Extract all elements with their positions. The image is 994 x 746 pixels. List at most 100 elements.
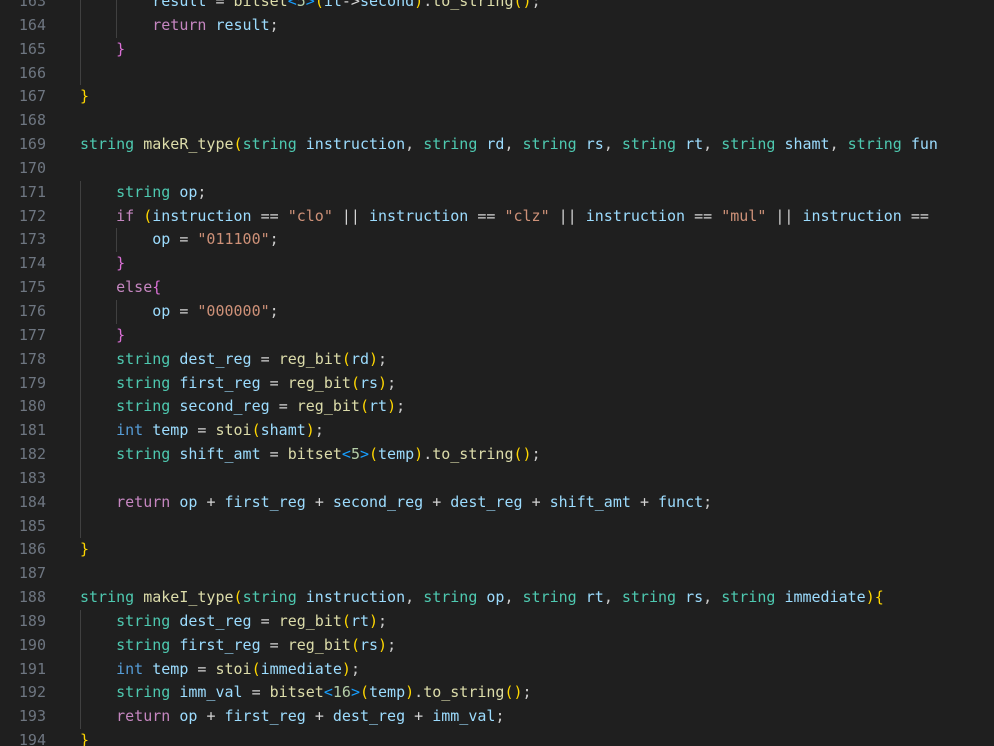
code-line[interactable]: 166 (0, 61, 994, 86)
code-line[interactable]: 185 (0, 514, 994, 539)
token: > (305, 0, 315, 10)
indent-guides (66, 466, 994, 491)
line-number: 185 (18, 516, 46, 535)
token: first_reg (224, 492, 306, 511)
code-line[interactable]: 194} (0, 729, 994, 746)
line-content[interactable]: int temp = stoi(immediate); (66, 657, 994, 682)
code-text: } (80, 254, 125, 272)
line-content[interactable]: string first_reg = reg_bit(rs); (66, 633, 994, 658)
token: second (359, 0, 415, 10)
code-line[interactable]: 178 string dest_reg = reg_bit(rd); (0, 347, 994, 372)
code-line[interactable]: 163 result = bitset<5>(it->second).to_st… (0, 0, 994, 14)
token: . (414, 683, 424, 702)
token: dest_reg (179, 611, 252, 630)
code-line[interactable]: 177 } (0, 323, 994, 348)
token: string (242, 588, 297, 607)
code-line[interactable]: 191 int temp = stoi(immediate); (0, 657, 994, 682)
line-content[interactable] (66, 61, 994, 86)
line-content[interactable]: else{ (66, 276, 994, 300)
code-line[interactable]: 189 string dest_reg = reg_bit(rt); (0, 609, 994, 634)
code-line[interactable]: 187 (0, 562, 994, 586)
code-line[interactable]: 179 string first_reg = reg_bit(rs); (0, 371, 994, 396)
token: string (423, 135, 478, 154)
line-content[interactable]: string imm_val = bitset<16>(temp).to_str… (66, 681, 994, 706)
line-number: 193 (18, 707, 46, 726)
line-content[interactable]: } (66, 85, 994, 109)
token: ; (378, 611, 388, 630)
line-content[interactable]: } (66, 538, 994, 562)
line-number: 190 (18, 635, 46, 654)
line-content[interactable]: op = "000000"; (66, 299, 994, 324)
line-content[interactable]: int temp = stoi(shamt); (66, 419, 994, 444)
line-content[interactable]: op = "011100"; (66, 228, 994, 253)
code-line[interactable]: 168 (0, 109, 994, 133)
token: rs (359, 635, 379, 654)
token: ; (522, 683, 532, 702)
line-content[interactable]: } (66, 252, 994, 277)
token: ( (251, 659, 261, 678)
code-line[interactable]: 175 else{ (0, 276, 994, 300)
line-content[interactable] (66, 514, 994, 539)
token: stoi (215, 421, 252, 440)
code-line[interactable]: 190 string first_reg = reg_bit(rs); (0, 633, 994, 658)
line-content[interactable] (66, 109, 994, 133)
line-content[interactable]: return op + first_reg + second_reg + des… (66, 490, 994, 515)
code-line[interactable]: 173 op = "011100"; (0, 228, 994, 253)
code-line[interactable]: 186} (0, 538, 994, 562)
line-content[interactable]: } (66, 729, 994, 746)
token: rt (369, 397, 388, 416)
line-content[interactable]: string second_reg = reg_bit(rt); (66, 395, 994, 420)
token: shift_amt (549, 492, 631, 511)
code-line[interactable]: 176 op = "000000"; (0, 299, 994, 324)
code-line[interactable]: 193 return op + first_reg + dest_reg + i… (0, 705, 994, 730)
code-line[interactable]: 167} (0, 85, 994, 109)
token: ( (341, 611, 351, 630)
code-line[interactable]: 183 (0, 466, 994, 491)
code-line[interactable]: 165 } (0, 37, 994, 62)
code-line[interactable]: 188 string makeI_type(string instruction,… (0, 586, 994, 610)
code-editor[interactable]: 163 result = bitset<5>(it->second).to_st… (0, 0, 994, 746)
line-content[interactable]: } (66, 37, 994, 62)
line-content[interactable]: string first_reg = reg_bit(rs); (66, 371, 994, 396)
line-content[interactable]: if (instruction == "clo" || instruction … (66, 204, 994, 229)
token: , (504, 135, 523, 154)
line-content[interactable]: string shift_amt = bitset<5>(temp).to_st… (66, 443, 994, 467)
code-line[interactable]: 172 if (instruction == "clo" || instruct… (0, 204, 994, 229)
line-content[interactable]: string makeR_type(string instruction, st… (66, 133, 994, 157)
code-line[interactable]: 174 } (0, 252, 994, 277)
token: ( (251, 421, 261, 440)
line-content[interactable]: result = bitset<5>(it->second).to_string… (66, 0, 994, 14)
line-content[interactable] (66, 157, 994, 181)
token: fun (910, 135, 938, 154)
code-line[interactable]: 184 return op + first_reg + second_reg +… (0, 490, 994, 515)
token: result (152, 0, 207, 10)
code-line[interactable]: 171 string op; (0, 180, 994, 205)
code-line[interactable]: 170 (0, 157, 994, 181)
code-line[interactable]: 182 string shift_amt = bitset<5>(temp).t… (0, 443, 994, 467)
line-content[interactable]: return op + first_reg + dest_reg + imm_v… (66, 705, 994, 730)
token: } (80, 731, 90, 746)
line-content[interactable]: } (66, 323, 994, 348)
line-content[interactable]: string makeI_type(string instruction, st… (66, 586, 994, 610)
token: else (116, 278, 153, 297)
code-line[interactable]: 180 string second_reg = reg_bit(rt); (0, 395, 994, 420)
line-content[interactable]: string dest_reg = reg_bit(rd); (66, 347, 994, 372)
line-content[interactable]: string dest_reg = reg_bit(rt); (66, 609, 994, 634)
code-line[interactable]: 181 int temp = stoi(shamt); (0, 419, 994, 444)
code-line[interactable]: 192 string imm_val = bitset<16>(temp).to… (0, 681, 994, 706)
line-content[interactable] (66, 466, 994, 491)
token: = (269, 373, 279, 392)
line-content[interactable]: return result; (66, 13, 994, 38)
line-content[interactable] (66, 562, 994, 586)
line-content[interactable]: string op; (66, 180, 994, 205)
code-line[interactable]: 164 return result; (0, 13, 994, 38)
token: it (323, 0, 342, 10)
token: ; (703, 492, 713, 511)
code-line[interactable]: 169 string makeR_type(string instruction,… (0, 133, 994, 157)
